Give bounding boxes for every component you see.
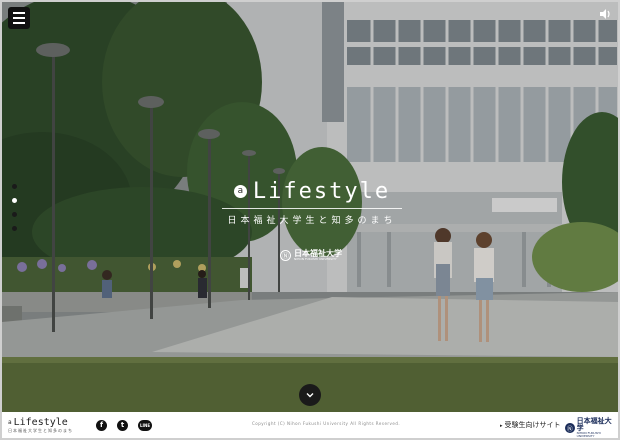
footer-brand-sub: 日本福祉大学生と知多のまち [8,427,73,433]
university-logo-icon: Ⓝ [565,423,575,433]
hamburger-icon-bar [13,17,25,19]
pagination-dot-3[interactable] [12,212,17,217]
menu-button[interactable] [8,7,30,29]
hamburger-icon-bar [13,12,25,14]
hamburger-icon-bar [13,22,25,24]
speaker-icon[interactable] [598,6,612,20]
university-logo-icon: Ⓝ [280,250,291,261]
footer-bar: a Lifestyle 日本福祉大学生と知多のまち f t LINE Copyr… [2,412,618,438]
hero-title: a Lifestyle [233,178,391,204]
hero-logo-sub: NIHON FUKUSHI UNIVERSITY [294,257,337,261]
pagination-dot-4[interactable] [12,226,17,231]
footer-brand-prefix: a [8,418,12,426]
footer-logo-name: 日本福祉大学 [576,417,612,432]
twitter-icon[interactable]: t [117,419,128,431]
footer-brand-title: Lifestyle [13,416,68,428]
slide-pagination [12,184,17,231]
hero-title-block: a Lifestyle 日本福祉大学生と知多のまち [212,178,412,226]
exam-site-link[interactable]: ▸ 受験生向けサイト [500,420,561,430]
page-frame: a Lifestyle 日本福祉大学生と知多のまち Ⓝ 日本福祉大学 NIHON… [2,2,618,438]
hero-university-logo: Ⓝ 日本福祉大学 NIHON FUKUSHI UNIVERSITY [280,250,342,261]
chevron-down-icon [306,393,314,398]
copyright-text: Copyright (C) Nihon Fukushi University A… [252,421,401,426]
hero-subtitle: 日本福祉大学生と知多のまち [227,215,397,226]
footer-brand[interactable]: a Lifestyle 日本福祉大学生と知多のまち [8,416,88,433]
line-icon[interactable]: LINE [138,419,152,431]
pagination-dot-2[interactable] [12,198,17,203]
at-icon: a [233,184,247,198]
social-links: f t LINE [96,419,152,431]
facebook-icon[interactable]: f [96,419,107,431]
footer-university-logo[interactable]: Ⓝ 日本福祉大学 NIHON FUKUSHI UNIVERSITY [565,418,618,438]
pagination-dot-1[interactable] [12,184,17,189]
scroll-down-button[interactable] [299,384,321,406]
hero-title-text: Lifestyle [252,178,391,204]
hero-title-divider [222,207,402,209]
arrow-right-icon: ▸ [500,423,503,429]
footer-logo-sub: NIHON FUKUSHI UNIVERSITY [576,431,601,438]
exam-site-link-label: 受験生向けサイト [504,421,561,429]
